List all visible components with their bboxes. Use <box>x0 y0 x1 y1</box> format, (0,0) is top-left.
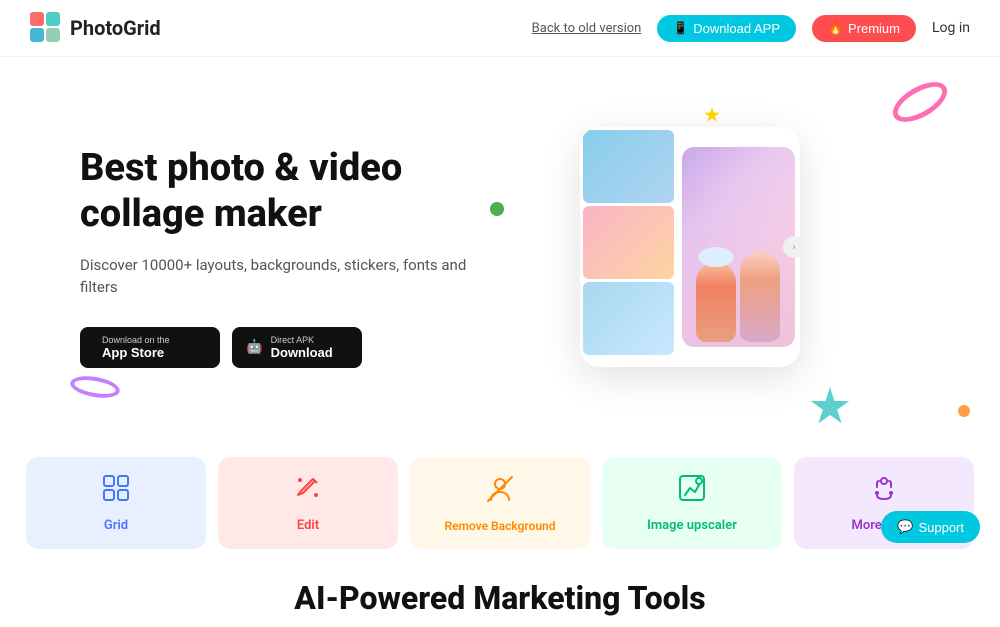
android-icon: 🤖 <box>246 339 263 355</box>
header: PhotoGrid Back to old version Download A… <box>0 0 1000 57</box>
upscaler-icon <box>677 473 707 510</box>
download-app-button[interactable]: Download APP <box>657 15 796 42</box>
feature-card-grid[interactable]: Grid <box>26 457 206 549</box>
collage-cell-3 <box>583 282 674 355</box>
support-label: Support <box>918 520 964 535</box>
person-left <box>696 262 736 342</box>
support-button[interactable]: 💬 Support <box>881 511 980 543</box>
hero-left: Best photo & video collage maker Discove… <box>80 146 500 367</box>
person-right <box>740 252 780 342</box>
collage-cell-1 <box>583 130 674 203</box>
cta-buttons: Download on the App Store 🤖 Direct APK D… <box>80 327 500 368</box>
app-store-btn-text: Download on the App Store <box>102 335 170 360</box>
feature-card-edit[interactable]: Edit <box>218 457 398 549</box>
photo-people <box>682 177 795 347</box>
ai-section: AI-Powered Marketing Tools <box>0 549 1000 627</box>
apk-btn-text: Direct APK Download <box>271 335 333 360</box>
deco-orange-circle <box>958 405 970 417</box>
logo-icon <box>30 12 62 44</box>
back-to-old-link[interactable]: Back to old version <box>532 21 642 36</box>
app-store-small-text: Download on the <box>102 335 170 345</box>
premium-button[interactable]: Premium <box>812 15 916 42</box>
collage-cell-2 <box>583 206 674 279</box>
remove-bg-label: Remove Background <box>444 519 555 533</box>
hero-title: Best photo & video collage maker <box>80 146 500 237</box>
deco-purple-squiggle <box>69 373 122 401</box>
header-right: Back to old version Download APP Premium… <box>532 15 970 42</box>
collage-main-photo <box>682 147 795 347</box>
ai-title: AI-Powered Marketing Tools <box>20 579 980 617</box>
apk-download-button[interactable]: 🤖 Direct APK Download <box>232 327 362 368</box>
feature-card-remove-bg[interactable]: Remove Background <box>410 457 590 549</box>
apk-main-text: Download <box>271 345 333 360</box>
phone-mockup: › <box>550 117 870 397</box>
collage-nav-arrow[interactable]: › <box>783 236 800 258</box>
app-store-main-text: App Store <box>102 345 170 360</box>
login-link[interactable]: Log in <box>932 20 970 36</box>
hero-subtitle: Discover 10000+ layouts, backgrounds, st… <box>80 254 500 299</box>
hat <box>699 247 734 267</box>
hero-section: Best photo & video collage maker Discove… <box>0 57 1000 447</box>
grid-label: Grid <box>104 518 128 533</box>
edit-label: Edit <box>297 518 319 533</box>
hero-right: › <box>500 87 920 427</box>
remove-bg-icon <box>485 474 515 511</box>
edit-icon <box>293 473 323 510</box>
app-store-button[interactable]: Download on the App Store <box>80 327 220 368</box>
feature-row: Grid Edit Remove Background <box>0 457 1000 549</box>
more-tools-icon <box>869 473 899 510</box>
upscaler-label: Image upscaler <box>647 518 737 533</box>
collage-grid <box>580 127 677 367</box>
support-icon: 💬 <box>897 519 913 535</box>
apk-small-text: Direct APK <box>271 335 333 345</box>
collage-frame: › <box>580 127 800 367</box>
feature-card-upscaler[interactable]: Image upscaler <box>602 457 782 549</box>
logo-text: PhotoGrid <box>70 16 161 40</box>
logo-area[interactable]: PhotoGrid <box>30 12 161 44</box>
grid-icon <box>101 473 131 510</box>
